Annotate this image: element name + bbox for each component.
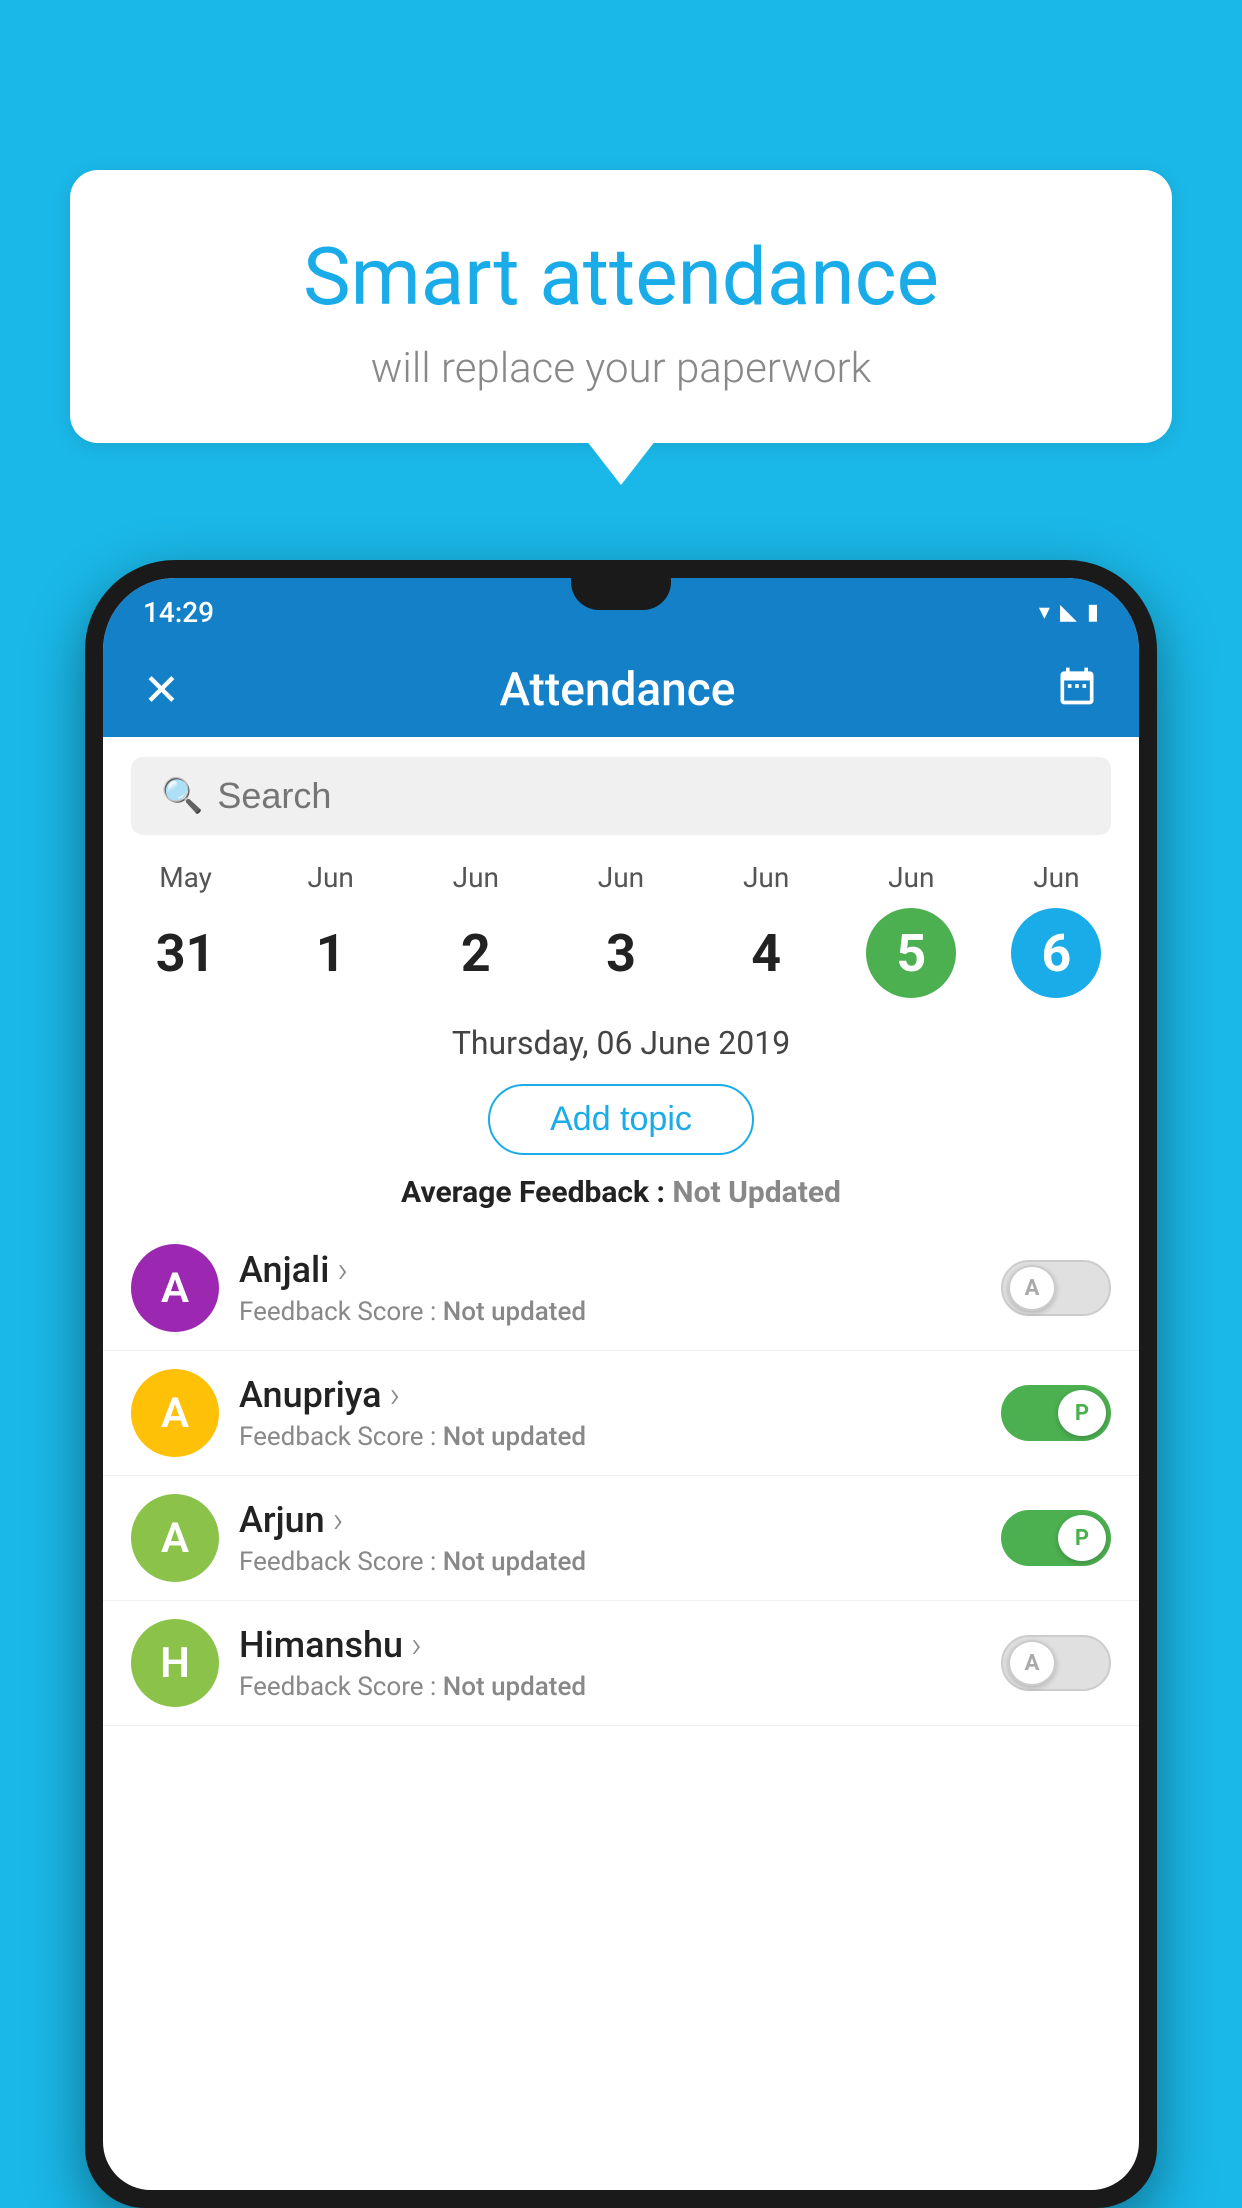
calendar-day[interactable]: Jun 2 xyxy=(421,861,531,998)
speech-bubble: Smart attendance will replace your paper… xyxy=(70,170,1172,443)
toggle-knob: P xyxy=(1058,1515,1106,1561)
student-info: Himanshu Feedback Score : Not updated xyxy=(239,1624,981,1702)
feedback-score: Feedback Score : Not updated xyxy=(239,1422,981,1452)
bubble-subtitle: will replace your paperwork xyxy=(120,344,1122,393)
student-name: Arjun xyxy=(239,1499,981,1541)
student-item[interactable]: A Anupriya Feedback Score : Not updated P xyxy=(103,1351,1139,1476)
attendance-toggle[interactable]: P xyxy=(1001,1510,1111,1566)
search-icon: 🔍 xyxy=(161,776,203,816)
student-name: Himanshu xyxy=(239,1624,981,1666)
cal-month-label: Jun xyxy=(743,861,789,894)
feedback-score: Feedback Score : Not updated xyxy=(239,1672,981,1702)
avatar: A xyxy=(131,1244,219,1332)
phone-screen: 14:29 ▾ ◣ ▮ ✕ Attendance 🔍 May 31 Jun 1 Jun 2… xyxy=(103,578,1139,2190)
notch xyxy=(571,578,671,610)
bubble-title: Smart attendance xyxy=(120,230,1122,324)
wifi-icon: ▾ xyxy=(1039,600,1050,625)
add-topic-button[interactable]: Add topic xyxy=(488,1084,754,1155)
avg-feedback: Average Feedback : Not Updated xyxy=(103,1167,1139,1226)
selected-date: Thursday, 06 June 2019 xyxy=(103,1006,1139,1072)
student-info: Anjali Feedback Score : Not updated xyxy=(239,1249,981,1327)
search-bar: 🔍 xyxy=(131,757,1111,835)
calendar-day[interactable]: Jun 6 xyxy=(1001,861,1111,998)
cal-month-label: Jun xyxy=(888,861,934,894)
avg-value: Not Updated xyxy=(672,1175,841,1210)
close-button[interactable]: ✕ xyxy=(143,664,180,716)
student-name: Anupriya xyxy=(239,1374,981,1416)
attendance-toggle[interactable]: A xyxy=(1001,1260,1111,1316)
toggle-knob: A xyxy=(1008,1265,1056,1311)
attendance-toggle[interactable]: A xyxy=(1001,1635,1111,1691)
cal-month-label: Jun xyxy=(453,861,499,894)
cal-date-label: 31 xyxy=(141,908,231,998)
cal-month-label: Jun xyxy=(1033,861,1079,894)
status-bar: 14:29 ▾ ◣ ▮ xyxy=(103,578,1139,643)
app-bar: ✕ Attendance xyxy=(103,643,1139,737)
cal-date-label: 5 xyxy=(866,908,956,998)
cal-month-label: Jun xyxy=(308,861,354,894)
phone-frame: 14:29 ▾ ◣ ▮ ✕ Attendance 🔍 May 31 Jun 1 Jun 2… xyxy=(85,560,1157,2208)
student-name: Anjali xyxy=(239,1249,981,1291)
signal-icon: ◣ xyxy=(1060,600,1077,625)
calendar-icon[interactable] xyxy=(1055,664,1099,717)
calendar-strip: May 31 Jun 1 Jun 2 Jun 3 Jun 4 Jun 5 Jun 6 xyxy=(103,845,1139,1006)
student-item[interactable]: H Himanshu Feedback Score : Not updated A xyxy=(103,1601,1139,1726)
avatar: A xyxy=(131,1494,219,1582)
student-item[interactable]: A Arjun Feedback Score : Not updated P xyxy=(103,1476,1139,1601)
cal-date-label: 6 xyxy=(1011,908,1101,998)
avg-label: Average Feedback : xyxy=(401,1175,672,1210)
search-input[interactable] xyxy=(217,775,1081,817)
calendar-day[interactable]: Jun 1 xyxy=(276,861,386,998)
cal-date-label: 4 xyxy=(721,908,811,998)
cal-date-label: 3 xyxy=(576,908,666,998)
battery-icon: ▮ xyxy=(1087,600,1099,625)
cal-month-label: May xyxy=(159,861,212,894)
calendar-day[interactable]: Jun 4 xyxy=(711,861,821,998)
student-item[interactable]: A Anjali Feedback Score : Not updated A xyxy=(103,1226,1139,1351)
feedback-score: Feedback Score : Not updated xyxy=(239,1547,981,1577)
status-time: 14:29 xyxy=(143,596,214,629)
calendar-day[interactable]: Jun 5 xyxy=(856,861,966,998)
cal-date-label: 1 xyxy=(286,908,376,998)
student-list: AAnjaliFeedback Score : Not updatedAAAnu… xyxy=(103,1226,1139,2190)
attendance-toggle[interactable]: P xyxy=(1001,1385,1111,1441)
toggle-knob: P xyxy=(1058,1390,1106,1436)
student-info: Arjun Feedback Score : Not updated xyxy=(239,1499,981,1577)
calendar-day[interactable]: Jun 3 xyxy=(566,861,676,998)
app-bar-title: Attendance xyxy=(499,663,735,717)
student-info: Anupriya Feedback Score : Not updated xyxy=(239,1374,981,1452)
status-icons: ▾ ◣ ▮ xyxy=(1039,600,1099,625)
feedback-score: Feedback Score : Not updated xyxy=(239,1297,981,1327)
avatar: A xyxy=(131,1369,219,1457)
avatar: H xyxy=(131,1619,219,1707)
cal-month-label: Jun xyxy=(598,861,644,894)
cal-date-label: 2 xyxy=(431,908,521,998)
calendar-day[interactable]: May 31 xyxy=(131,861,241,998)
toggle-knob: A xyxy=(1008,1640,1056,1686)
